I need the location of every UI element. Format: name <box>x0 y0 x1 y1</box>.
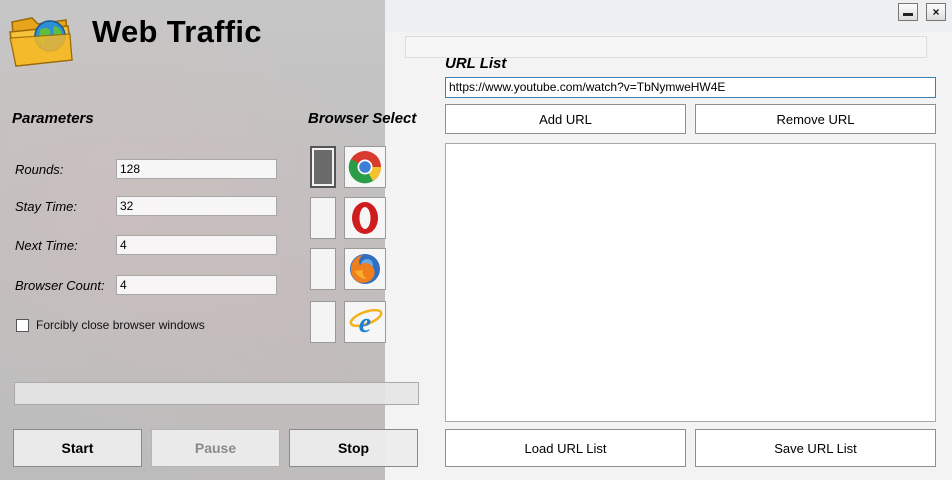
url-input[interactable]: https://www.youtube.com/watch?v=TbNymweH… <box>445 77 936 98</box>
save-url-list-button[interactable]: Save URL List <box>695 429 936 467</box>
close-icon: × <box>932 5 940 19</box>
next-time-input[interactable]: 4 <box>116 235 277 255</box>
browser-count-input[interactable]: 4 <box>116 275 277 295</box>
firefox-icon[interactable] <box>344 248 386 290</box>
add-url-button[interactable]: Add URL <box>445 104 686 134</box>
chrome-icon[interactable] <box>344 146 386 188</box>
rounds-input[interactable]: 128 <box>116 159 277 179</box>
close-button[interactable]: × <box>926 3 946 21</box>
force-close-checkbox[interactable] <box>16 318 29 332</box>
pause-button[interactable]: Pause <box>151 429 280 467</box>
svg-text:e: e <box>359 308 371 339</box>
next-time-label: Next Time: <box>15 238 78 253</box>
force-close-row[interactable]: Forcibly close browser windows <box>16 318 205 332</box>
remove-url-button[interactable]: Remove URL <box>695 104 936 134</box>
progress-bar <box>14 382 419 405</box>
stay-time-label: Stay Time: <box>15 199 78 214</box>
browser-toggle-ie[interactable] <box>310 301 336 343</box>
folder-globe-logo-icon <box>9 17 73 67</box>
browser-toggle-opera[interactable] <box>310 197 336 239</box>
minimize-button[interactable] <box>898 3 918 21</box>
ie-icon[interactable]: e <box>344 301 386 343</box>
app-title: Web Traffic <box>92 14 262 49</box>
browser-toggle-firefox[interactable] <box>310 248 336 290</box>
parameters-heading: Parameters <box>12 110 94 127</box>
load-url-list-button[interactable]: Load URL List <box>445 429 686 467</box>
browser-select-heading: Browser Select <box>308 110 417 127</box>
url-list-heading: URL List <box>445 55 507 72</box>
start-button[interactable]: Start <box>13 429 142 467</box>
stay-time-input[interactable]: 32 <box>116 196 277 216</box>
opera-icon[interactable] <box>344 197 386 239</box>
url-listbox[interactable] <box>445 143 936 422</box>
stop-button[interactable]: Stop <box>289 429 418 467</box>
force-close-label: Forcibly close browser windows <box>36 318 205 332</box>
browser-toggle-chrome[interactable] <box>310 146 336 188</box>
minimize-icon <box>903 13 913 16</box>
browser-count-label: Browser Count: <box>15 278 105 293</box>
rounds-label: Rounds: <box>15 162 64 177</box>
